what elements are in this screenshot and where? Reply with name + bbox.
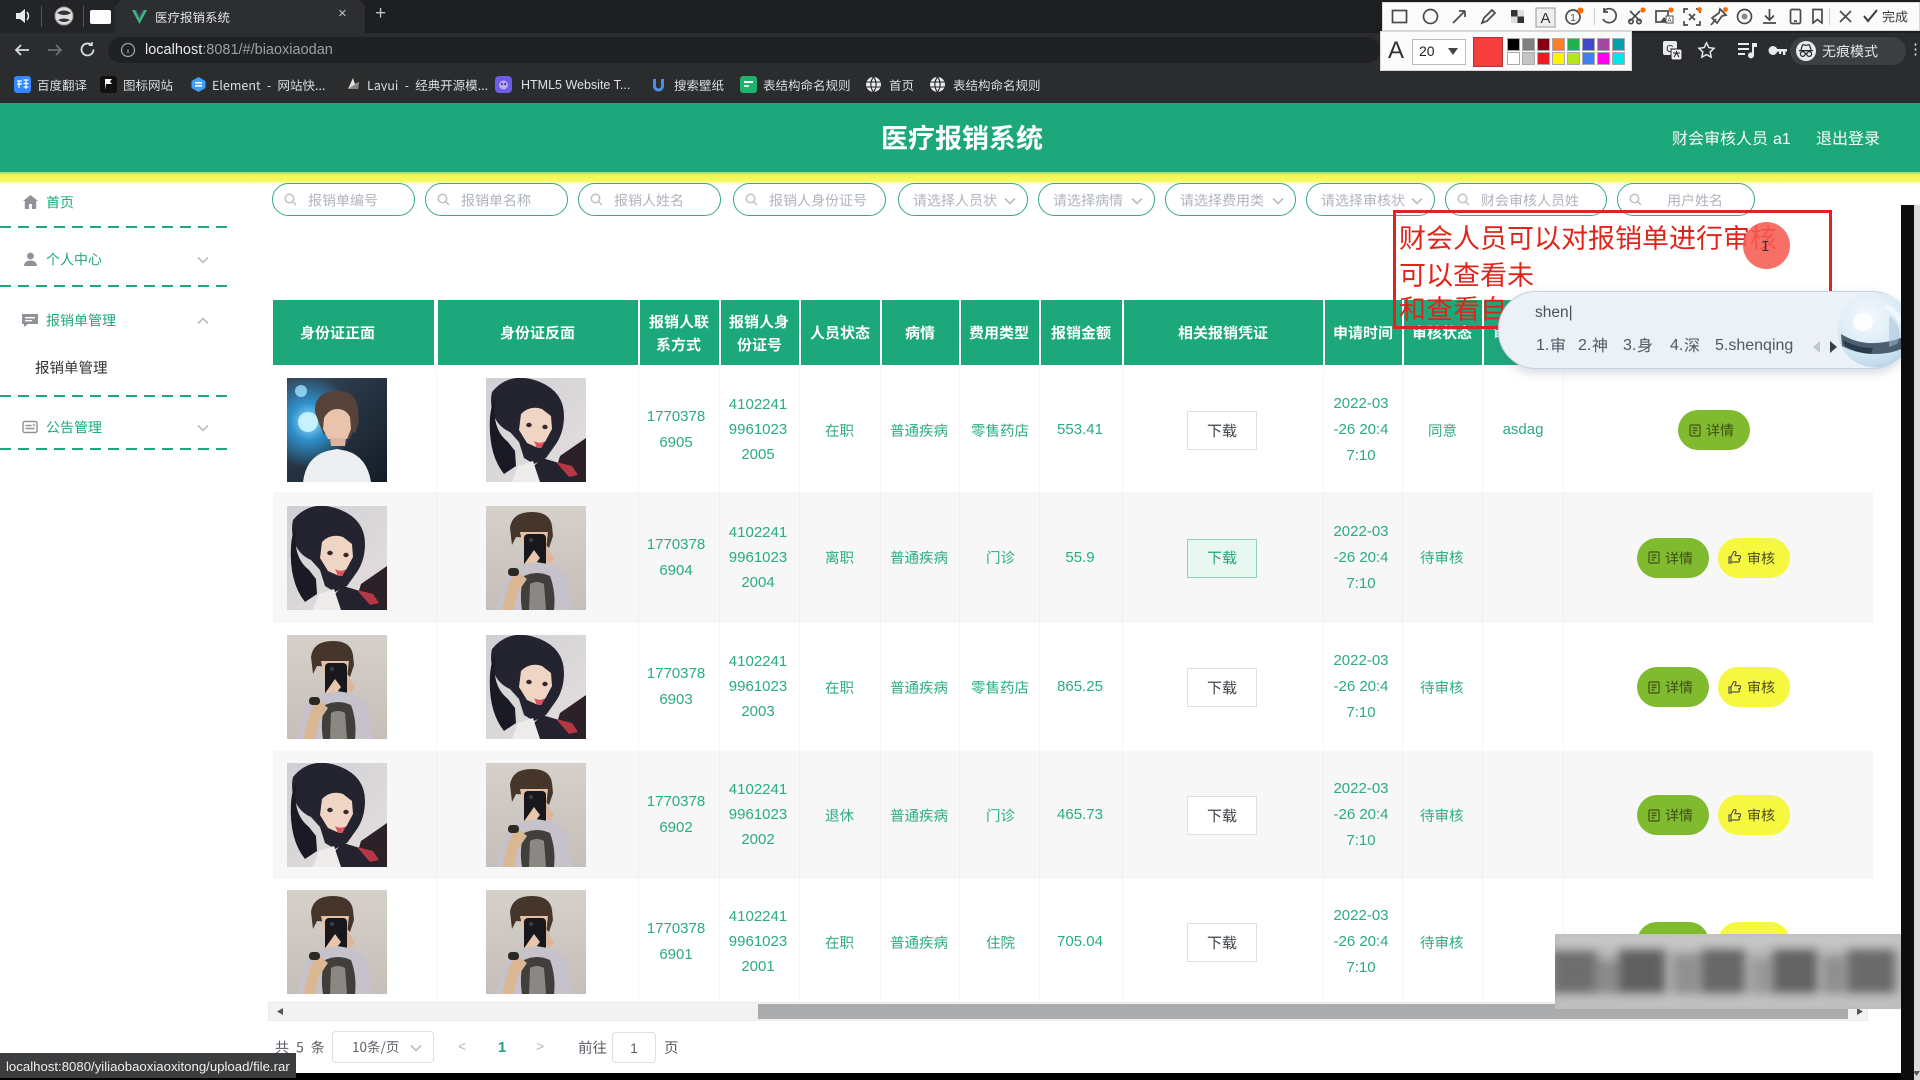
svg-text:1: 1 bbox=[1570, 13, 1576, 24]
svg-text:A: A bbox=[1667, 18, 1671, 24]
svg-text:A: A bbox=[1540, 10, 1550, 27]
